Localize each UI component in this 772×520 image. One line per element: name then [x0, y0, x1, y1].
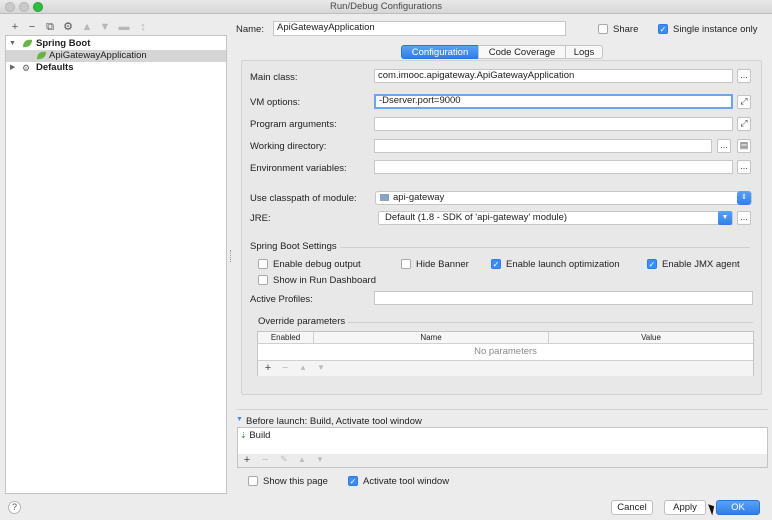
- sort-icon[interactable]: ↕: [136, 20, 150, 34]
- move-up-icon[interactable]: ▲: [297, 363, 309, 372]
- name-input[interactable]: ApiGatewayApplication: [273, 21, 566, 36]
- collapsed-arrow-icon[interactable]: ▶: [10, 62, 15, 74]
- jre-select[interactable]: Default (1.8 - SDK of 'api-gateway' modu…: [378, 211, 733, 225]
- move-down-icon[interactable]: ▼: [98, 20, 112, 34]
- tree-item-defaults[interactable]: ▶ ⚙ Defaults: [6, 62, 226, 74]
- env-vars-browse-button[interactable]: ...: [737, 160, 751, 174]
- before-launch-toolbar: + − ✎ ▲ ▼: [237, 454, 768, 468]
- launch-optimization-label: Enable launch optimization: [506, 259, 620, 270]
- add-task-button[interactable]: +: [241, 454, 253, 466]
- wrench-icon[interactable]: ⚙: [61, 20, 75, 34]
- empty-table-text: No parameters: [474, 346, 537, 357]
- share-label: Share: [613, 24, 639, 35]
- section-divider: [340, 247, 750, 248]
- apply-button[interactable]: Apply: [664, 500, 706, 515]
- before-launch-item-label: Build: [249, 430, 271, 441]
- activate-tool-window-label: Activate tool window: [363, 476, 450, 487]
- single-instance-label: Single instance only: [673, 24, 758, 35]
- enable-debug-checkbox[interactable]: [258, 259, 268, 269]
- column-header-enabled[interactable]: Enabled: [258, 332, 314, 344]
- config-tree[interactable]: ▼ Spring Boot ApiGatewayApplication ▶ ⚙ …: [5, 35, 227, 494]
- jmx-agent-label: Enable JMX agent: [662, 259, 740, 270]
- activate-tool-window-checkbox[interactable]: ✓: [348, 476, 358, 486]
- add-config-button[interactable]: +: [8, 20, 22, 34]
- section-divider: [348, 322, 753, 323]
- run-dashboard-label: Show in Run Dashboard: [273, 275, 376, 286]
- collapse-arrow-icon[interactable]: ▼: [236, 416, 243, 423]
- divider: [236, 409, 768, 410]
- tab-code-coverage[interactable]: Code Coverage: [478, 45, 566, 59]
- jmx-agent-checkbox[interactable]: ✓: [647, 259, 657, 269]
- main-class-label: Main class:: [250, 72, 298, 83]
- macros-icon[interactable]: ▤: [737, 139, 751, 153]
- hide-banner-checkbox[interactable]: [401, 259, 411, 269]
- override-parameters-table[interactable]: Enabled Name Value No parameters + − ▲ ▼: [257, 331, 754, 376]
- env-vars-label: Environment variables:: [250, 163, 347, 174]
- module-icon: [380, 194, 389, 201]
- env-vars-input[interactable]: [374, 160, 733, 174]
- vm-options-label: VM options:: [250, 97, 301, 108]
- run-dashboard-checkbox[interactable]: [258, 275, 268, 285]
- launch-optimization-checkbox[interactable]: ✓: [491, 259, 501, 269]
- column-header-value[interactable]: Value: [549, 332, 753, 344]
- classpath-label: Use classpath of module:: [250, 193, 357, 204]
- move-up-icon[interactable]: ▲: [296, 455, 308, 464]
- chevron-down-icon: ▼: [718, 211, 732, 225]
- main-class-input[interactable]: com.imooc.apigateway.ApiGatewayApplicati…: [374, 69, 733, 83]
- working-dir-label: Working directory:: [250, 141, 327, 152]
- before-launch-list[interactable]: ⇣ Build: [237, 427, 768, 455]
- override-parameters-label: Override parameters: [258, 316, 346, 327]
- hide-banner-label: Hide Banner: [416, 259, 469, 270]
- move-up-icon[interactable]: ▲: [80, 20, 94, 34]
- jre-selected-value: Default (1.8 - SDK of 'api-gateway' modu…: [385, 212, 568, 223]
- jre-browse-button[interactable]: ...: [737, 211, 751, 225]
- folder-icon[interactable]: ▬: [117, 20, 131, 34]
- show-page-label: Show this page: [263, 476, 328, 487]
- add-parameter-button[interactable]: +: [262, 362, 274, 374]
- move-down-icon[interactable]: ▼: [314, 455, 326, 464]
- tab-configuration[interactable]: Configuration: [401, 45, 479, 59]
- working-dir-input[interactable]: [374, 139, 712, 153]
- jre-label: JRE:: [250, 213, 271, 224]
- wrench-icon: ⚙: [22, 63, 31, 73]
- vm-options-input[interactable]: -Dserver.port=9000: [374, 94, 733, 109]
- window-title: Run/Debug Configurations: [330, 1, 442, 12]
- edit-task-icon[interactable]: ✎: [278, 454, 290, 465]
- program-args-input[interactable]: [374, 117, 733, 131]
- tree-item-label: Defaults: [36, 62, 74, 73]
- remove-parameter-button[interactable]: −: [279, 362, 291, 374]
- build-icon: ⇣: [240, 431, 247, 440]
- table-toolbar: + − ▲ ▼: [258, 360, 753, 376]
- splitter-handle[interactable]: [230, 250, 233, 262]
- vm-options-expand-icon[interactable]: ⤢: [737, 95, 751, 109]
- show-page-checkbox[interactable]: [248, 476, 258, 486]
- working-dir-browse-button[interactable]: ...: [717, 139, 731, 153]
- move-down-icon[interactable]: ▼: [315, 363, 327, 372]
- program-args-label: Program arguments:: [250, 119, 337, 130]
- remove-task-button[interactable]: −: [259, 454, 271, 466]
- cancel-button[interactable]: Cancel: [611, 500, 653, 515]
- program-args-expand-icon[interactable]: ⤢: [737, 117, 751, 131]
- ok-button[interactable]: OK: [716, 500, 760, 515]
- select-arrows-icon: ⇕: [737, 191, 751, 205]
- remove-config-button[interactable]: −: [25, 20, 39, 34]
- before-launch-label: Before launch: Build, Activate tool wind…: [246, 416, 422, 427]
- spring-boot-settings-label: Spring Boot Settings: [250, 241, 337, 252]
- tab-bar: Configuration Code Coverage Logs: [0, 45, 772, 59]
- help-button[interactable]: ?: [8, 501, 21, 514]
- name-label: Name:: [236, 24, 264, 35]
- share-checkbox[interactable]: [598, 24, 608, 34]
- classpath-selected-value: api-gateway: [393, 192, 445, 203]
- list-item[interactable]: ⇣ Build: [240, 430, 270, 441]
- classpath-module-select[interactable]: api-gateway ⇕: [375, 191, 752, 205]
- column-header-name[interactable]: Name: [314, 332, 549, 344]
- copy-config-icon[interactable]: ⧉: [43, 20, 57, 34]
- enable-debug-label: Enable debug output: [273, 259, 361, 270]
- active-profiles-input[interactable]: [374, 291, 753, 305]
- single-instance-checkbox[interactable]: ✓: [658, 24, 668, 34]
- active-profiles-label: Active Profiles:: [250, 294, 313, 305]
- main-class-browse-button[interactable]: ...: [737, 69, 751, 83]
- tab-logs[interactable]: Logs: [565, 45, 603, 59]
